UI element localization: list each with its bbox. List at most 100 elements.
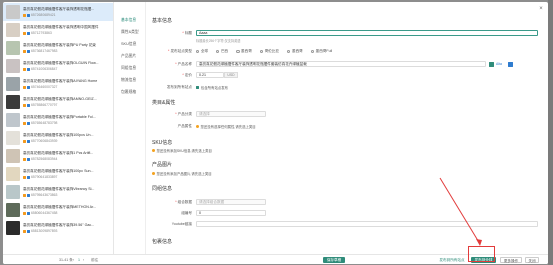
product-name-input[interactable]: 高仿真花假花绿植摆件客厅装饰透明花瓶摆件套装仿真花卉绿植盆栽 [196, 61, 486, 67]
product-thumbnail [6, 5, 20, 19]
status-icon [27, 49, 30, 53]
list-item-id: 65795643673863 [31, 193, 58, 197]
radio-option[interactable]: 墨西哥 [287, 49, 303, 54]
list-item[interactable]: 高仿真花假花绿植摆件客厅装饰PU Party 花束 65736817467983 [3, 39, 113, 57]
nav-item-images[interactable]: 产品图片 [121, 54, 136, 59]
list-item-title: 高仿真花假花绿植摆件客厅装饰1 Pcs Artifi... [23, 151, 94, 155]
attr-warning: 您还没有选择任何属性,请先选上类目 [196, 124, 256, 129]
list-item-title: 高仿真花假花绿植摆件客厅装饰METHON Ar... [23, 205, 97, 209]
type-label: * 发布站点类型 [168, 49, 192, 53]
pager-prev-icon[interactable]: ‹ [73, 258, 74, 262]
publish-all-button[interactable]: 发布到所有站点 [436, 257, 468, 263]
list-item[interactable]: 高仿真花假花绿植摆件客厅装饰透明中国风摆件 65712793863 [3, 21, 113, 39]
list-item[interactable]: 高仿真花假花绿植摆件客厅装饰OLGUIN Flow... 657410063068… [3, 57, 113, 75]
nav-item-attr[interactable]: 属性&类型 [121, 30, 139, 35]
site-flag-icon [23, 229, 26, 233]
radio-option[interactable]: 巴西 [216, 49, 228, 54]
list-item-title: 高仿真花假花绿植摆件客厅装饰PU Party 花束 [23, 43, 96, 47]
list-item-sub: 65712793863 [23, 31, 111, 35]
radio-option[interactable]: 哥伦比亚 [259, 49, 279, 54]
list-item[interactable]: 高仿真花假花绿植摆件客厅装饰Portable Fol... 65765648783… [3, 111, 113, 129]
list-item-sub: 65736817467983 [23, 49, 111, 53]
nav-item-group[interactable]: 同组信息 [121, 66, 136, 71]
title-hint: 标题最长256个字符,仅支持英语 [196, 39, 241, 43]
list-item[interactable]: 高仿真花假花绿植摆件客厅装饰Vibrancy Si... 657956436738… [3, 183, 113, 201]
list-item[interactable]: 高仿真花假花绿植摆件客厅装饰100pcs Un... 65770606843939 [3, 129, 113, 147]
youtube-input[interactable] [196, 221, 538, 227]
close-button[interactable]: 关闭 [525, 257, 539, 263]
list-item-title: 高仿真花假花绿植摆件客厅装饰AMNO-GEIZ... [23, 97, 97, 101]
nav-item-basic[interactable]: 基本信息 [121, 18, 136, 23]
status-icon [27, 175, 30, 179]
list-item-id: 65765648783798 [31, 121, 58, 125]
group-id-input[interactable]: 0 [196, 210, 266, 216]
product-thumbnail [6, 149, 20, 163]
list-item-title: 高仿真花假花绿植摆件客厅装饰透明中国风摆件 [23, 25, 99, 29]
product-thumbnail [6, 59, 20, 73]
list-item-id: 65741006306847 [31, 67, 58, 71]
pager-jump[interactable]: 前往 [91, 258, 98, 263]
sku-warning: 您还没有添加SKU信息,请先选上类目 [152, 148, 212, 153]
list-item-id: 65806044367458 [31, 211, 58, 215]
list-item-sub: 65813009897893 [23, 229, 111, 233]
publish-all-checkbox[interactable]: 包含所有站点发布 [196, 85, 228, 90]
product-name-label: * 产品名称 [175, 62, 192, 66]
product-thumbnail [6, 167, 20, 181]
product-tag[interactable]: Alta [496, 62, 502, 66]
list-item-id: 65770606843939 [31, 139, 58, 143]
radio-option[interactable]: 全球 [196, 49, 208, 54]
list-item-id: 65755866770797 [31, 103, 58, 107]
price-unit: USD [224, 72, 238, 78]
product-edit-modal: × 高仿真花假花绿植摆件客厅装饰透明花瓶摆... 6572680689421 高仿真… [3, 2, 548, 264]
status-icon [27, 85, 30, 89]
list-item-sub: 65765648783798 [23, 121, 111, 125]
list-item-title: 高仿真花假花绿植摆件客厅装饰100pc Sun... [23, 169, 94, 173]
product-thumbnail [6, 23, 20, 37]
section-nav: 基本信息 属性&类型 SKU信息 产品图片 同组信息 物流信息 包裹规格 [114, 2, 146, 254]
product-thumbnail [6, 203, 20, 217]
price-input[interactable]: 0.21 [196, 72, 224, 78]
product-thumbnail [6, 113, 20, 127]
site-flag-icon [23, 157, 26, 161]
section-title-sku: SKU信息 [152, 140, 173, 146]
list-item-title: 高仿真花假花绿植摆件客厅装饰100pcs Un... [23, 133, 94, 137]
title-input[interactable]: Aaaa [196, 30, 538, 36]
attr-label: 产品属性 [177, 124, 192, 128]
list-item-sub: 65806044367458 [23, 211, 111, 215]
nav-item-logistics[interactable]: 物流信息 [121, 78, 136, 83]
nav-item-sku[interactable]: SKU信息 [121, 42, 136, 47]
site-flag-icon [23, 13, 26, 17]
status-icon [27, 193, 30, 197]
list-item[interactable]: 高仿真花假花绿植摆件客厅装饰100pc Sun... 65790641833897 [3, 165, 113, 183]
section-title-attr: 类目&属性 [152, 100, 176, 106]
nav-item-package[interactable]: 包裹规格 [121, 90, 136, 95]
list-item[interactable]: 高仿真花假花绿植摆件客厅装饰METHON Ar... 65806044367458 [3, 201, 113, 219]
group-select[interactable]: 请选择组合数据 [196, 199, 266, 205]
list-item[interactable]: 高仿真花假花绿植摆件客厅装饰透明花瓶摆... 6572680689421 [3, 3, 113, 21]
list-item[interactable]: 高仿真花假花绿植摆件客厅装饰AMNO-GEIZ... 65755866770797 [3, 93, 113, 111]
page-scrollbar[interactable] [548, 0, 553, 265]
list-item[interactable]: 高仿真花假花绿植摆件客厅装饰1 Pcs Artifi... 65782568083… [3, 147, 113, 165]
group-label: * 组合数据 [175, 200, 192, 204]
pager-next-icon[interactable]: › [83, 258, 84, 262]
site-flag-icon [23, 31, 26, 35]
list-item[interactable]: 高仿真花假花绿植摆件客厅装饰39.56" Gac... 6581300989789… [3, 219, 113, 237]
list-item-sub: 65746460007327 [23, 85, 111, 89]
product-thumbnail [6, 41, 20, 55]
list-item[interactable]: 高仿真花假花绿植摆件客厅装饰AIYANG Home 65746460007327 [3, 75, 113, 93]
more-actions-button[interactable]: 更多操作 [500, 257, 522, 263]
status-icon [27, 121, 30, 125]
radio-option[interactable]: 墨西哥Full [310, 49, 332, 54]
translate-icon[interactable] [508, 62, 513, 67]
status-icon [27, 13, 30, 17]
save-draft-button[interactable]: 保存草稿 [323, 257, 345, 263]
pager-range: 31-41 条 [59, 258, 73, 262]
site-flag-icon [23, 211, 26, 215]
pager-page[interactable]: 1 [78, 258, 80, 262]
radio-option[interactable]: 墨西哥 [236, 49, 252, 54]
site-flag-icon [23, 103, 26, 107]
site-type-radios: 全球 巴西 墨西哥 哥伦比亚 墨西哥 墨西哥Full [196, 49, 332, 54]
list-item-sub: 65755866770797 [23, 103, 111, 107]
category-select[interactable]: 请选择 [196, 111, 266, 117]
status-icon [27, 139, 30, 143]
